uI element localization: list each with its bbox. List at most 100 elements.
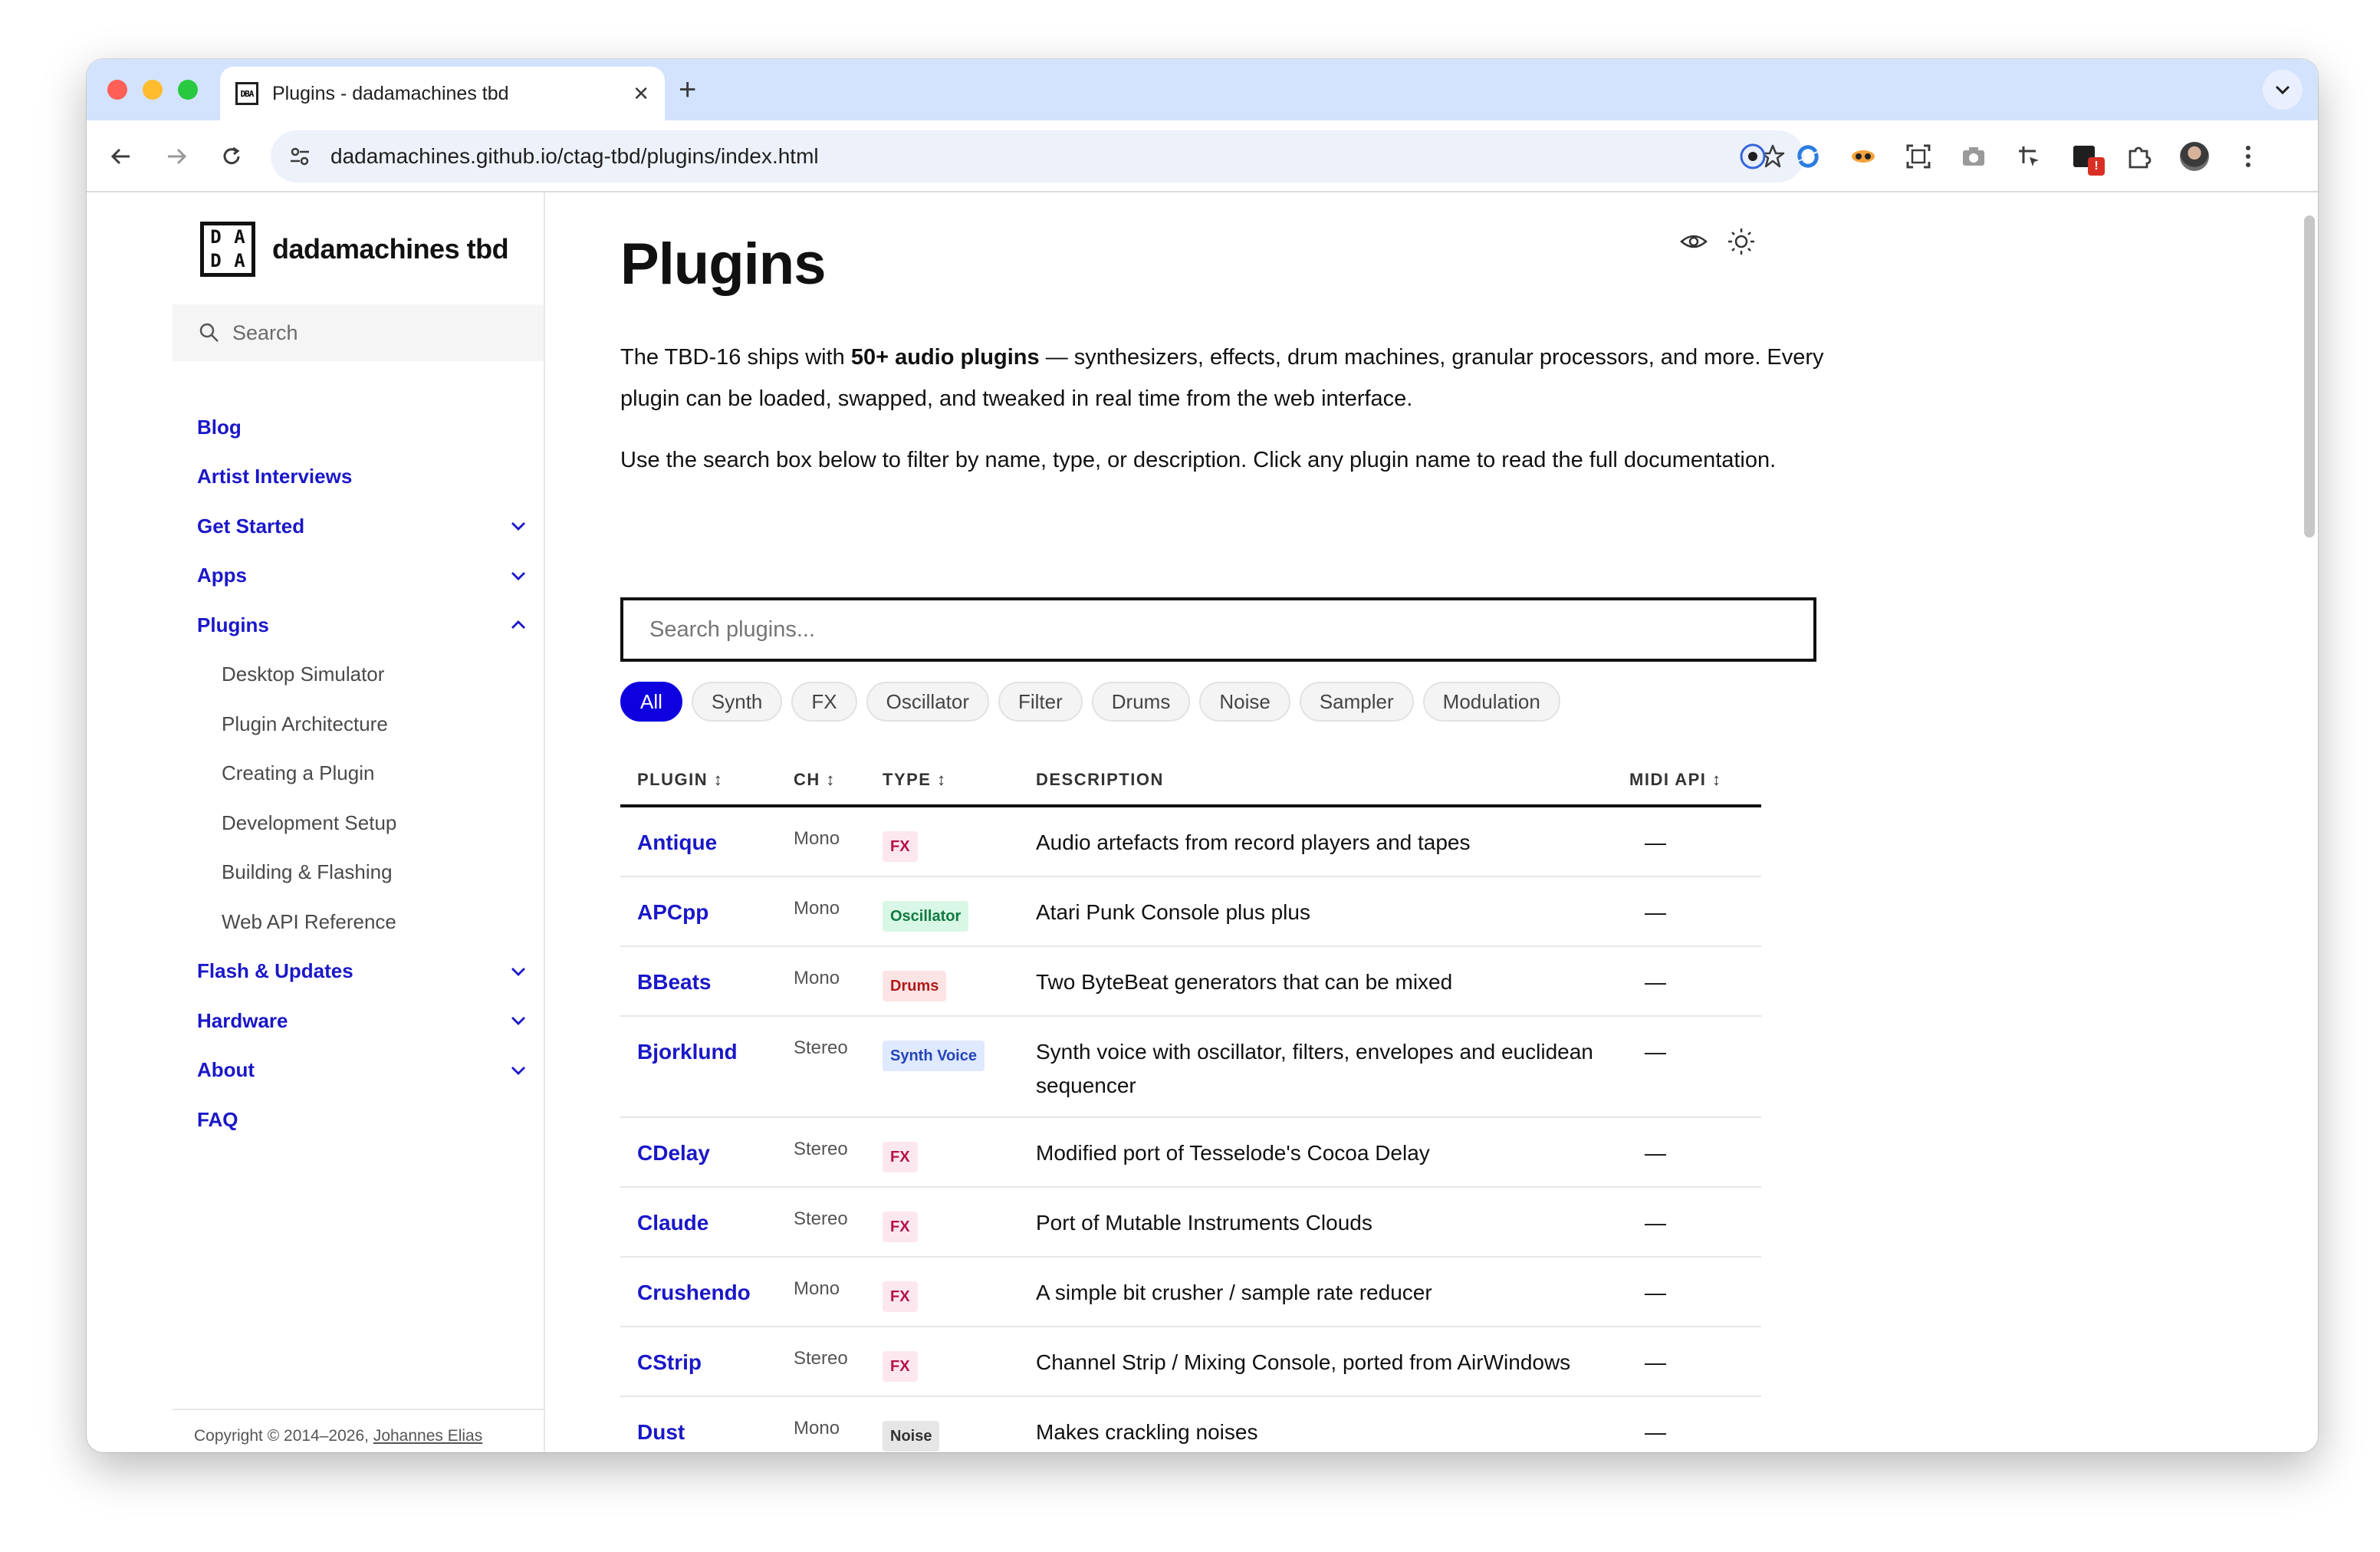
reload-button[interactable] xyxy=(215,140,248,173)
filter-chip-drums[interactable]: Drums xyxy=(1091,682,1191,722)
more-options-icon[interactable] xyxy=(2230,139,2266,174)
reload-icon xyxy=(223,146,240,165)
close-window-button[interactable] xyxy=(107,80,127,100)
eye-settings-icon[interactable] xyxy=(1678,226,1709,257)
sidebar-subitem-label: Plugin Architecture xyxy=(222,712,388,735)
plugin-type-cell: FX xyxy=(883,1257,1031,1327)
sidebar-item-faq[interactable]: FAQ xyxy=(197,1095,527,1145)
table-row: APCpp Mono Oscillator Atari Punk Console pl… xyxy=(620,876,1761,947)
chevron-down-icon[interactable] xyxy=(510,570,527,581)
plugin-type-badge: FX xyxy=(883,1281,918,1312)
password-manager-extension-icon[interactable] xyxy=(1735,139,1770,174)
sidebar-item-apps[interactable]: Apps xyxy=(197,551,527,601)
back-button[interactable] xyxy=(105,140,137,173)
filter-chip-fx[interactable]: FX xyxy=(791,682,857,722)
page-scrollbar[interactable] xyxy=(2304,215,2315,538)
minimize-window-button[interactable] xyxy=(143,80,163,100)
plugin-name-link[interactable]: APCpp xyxy=(620,876,794,947)
page-title: Plugins xyxy=(620,232,826,297)
plugin-midi-api: — xyxy=(1629,1257,1761,1327)
eyes-extension-icon[interactable] xyxy=(1846,139,1881,174)
copyright-text: Copyright © 2014–2026, Johannes Elias Lo… xyxy=(194,1422,531,1452)
selection-tool-icon[interactable] xyxy=(2011,139,2046,174)
plugin-type-cell: Oscillator xyxy=(883,876,1031,947)
brand-link[interactable]: DADA dadamachines tbd xyxy=(200,222,509,277)
plugin-name-link[interactable]: Bjorklund xyxy=(620,1016,794,1118)
plugin-channels: Stereo xyxy=(794,1016,883,1118)
chevron-down-icon[interactable] xyxy=(510,1065,527,1076)
sidebar-item-artist-interviews[interactable]: Artist Interviews xyxy=(197,452,527,502)
sidebar-item-about[interactable]: About xyxy=(197,1046,527,1096)
column-header-midi-api[interactable]: MIDI API ↕ xyxy=(1629,755,1761,807)
chevron-down-icon[interactable] xyxy=(510,966,527,977)
browser-toolbar: dadamachines.github.io/ctag-tbd/plugins/… xyxy=(87,120,2318,192)
sync-extension-icon[interactable] xyxy=(1790,139,1826,174)
plugin-midi-api: — xyxy=(1629,876,1761,947)
browser-tab-active[interactable]: DBA Plugins - dadamachines tbd ✕ xyxy=(220,67,665,120)
plugin-name-link[interactable]: Claude xyxy=(620,1187,794,1258)
plugin-description: Atari Punk Console plus plus xyxy=(1031,876,1629,947)
plugin-name-link[interactable]: BBeats xyxy=(620,946,794,1017)
tab-search-button[interactable] xyxy=(2263,70,2303,110)
sidebar-subitem-plugin-architecture[interactable]: Plugin Architecture xyxy=(197,699,527,749)
filter-chip-synth[interactable]: Synth xyxy=(691,682,783,722)
sidebar-nav: Blog Artist Interviews Get Started Apps … xyxy=(197,403,527,1145)
sidebar-item-hardware[interactable]: Hardware xyxy=(197,996,527,1046)
intro-paragraph-2: Use the search box below to filter by na… xyxy=(620,448,1777,472)
extensions-puzzle-icon[interactable] xyxy=(2122,139,2157,174)
sidebar-item-blog[interactable]: Blog xyxy=(197,403,527,452)
sidebar-item-get-started[interactable]: Get Started xyxy=(197,501,527,551)
site-info-icon[interactable] xyxy=(286,143,314,170)
plugin-description: Two ByteBeat generators that can be mixe… xyxy=(1031,946,1629,1017)
plugin-channels: Mono xyxy=(794,946,883,1017)
intro-text-bold: 50+ audio plugins xyxy=(850,345,1040,370)
chevron-down-icon[interactable] xyxy=(510,521,527,531)
filter-chip-oscillator[interactable]: Oscillator xyxy=(866,682,989,722)
filter-chip-filter[interactable]: Filter xyxy=(998,682,1083,722)
plugin-name-link[interactable]: CStrip xyxy=(620,1327,794,1397)
sidebar-item-label: Get Started xyxy=(197,514,305,538)
plugin-name-link[interactable]: Dust xyxy=(620,1396,794,1452)
screenshot-frame-icon[interactable] xyxy=(1901,139,1936,174)
plugin-name-link[interactable]: CDelay xyxy=(620,1117,794,1188)
sidebar-subitem-desktop-simulator[interactable]: Desktop Simulator xyxy=(197,650,527,700)
filter-chip-noise[interactable]: Noise xyxy=(1199,682,1290,722)
sidebar-subitem-creating-a-plugin[interactable]: Creating a Plugin xyxy=(197,749,527,799)
plugin-name-link[interactable]: Antique xyxy=(620,806,794,877)
plugin-search-input[interactable] xyxy=(620,597,1816,662)
sidebar-item-label: Blog xyxy=(197,415,242,439)
filter-chip-sampler[interactable]: Sampler xyxy=(1299,682,1414,722)
sidebar-subitem-building-flashing[interactable]: Building & Flashing xyxy=(197,848,527,898)
sidebar-search[interactable]: Search xyxy=(173,304,544,361)
plugin-type-badge: FX xyxy=(883,831,918,862)
chevron-down-icon[interactable] xyxy=(510,1015,527,1026)
intro-paragraph: The TBD-16 ships with 50+ audio plugins … xyxy=(620,337,1832,419)
column-header-ch[interactable]: CH ↕ xyxy=(794,755,883,807)
plugin-channels: Stereo xyxy=(794,1187,883,1258)
sidebar-footer-divider xyxy=(173,1409,544,1410)
column-header-plugin[interactable]: PLUGIN ↕ xyxy=(620,755,794,807)
notification-extension-icon[interactable]: ! xyxy=(2066,139,2105,176)
sidebar-subitem-development-setup[interactable]: Development Setup xyxy=(197,798,527,848)
plugin-type-badge: FX xyxy=(883,1142,918,1172)
sidebar-item-plugins[interactable]: Plugins xyxy=(197,600,527,650)
filter-chip-modulation[interactable]: Modulation xyxy=(1422,682,1560,722)
camera-icon[interactable] xyxy=(1956,139,1991,174)
forward-button[interactable] xyxy=(160,140,192,173)
sun-theme-icon[interactable] xyxy=(1726,226,1757,257)
sidebar: DADA dadamachines tbd Search Blog Artist… xyxy=(173,192,545,1452)
new-tab-button[interactable]: + xyxy=(679,73,696,107)
plugin-channels: Mono xyxy=(794,806,883,877)
chevron-up-icon[interactable] xyxy=(510,620,527,630)
maximize-window-button[interactable] xyxy=(178,80,198,100)
sidebar-search-placeholder: Search xyxy=(232,321,298,344)
address-bar[interactable]: dadamachines.github.io/ctag-tbd/plugins/… xyxy=(271,130,1804,182)
filter-chip-all[interactable]: All xyxy=(620,682,682,722)
profile-avatar[interactable] xyxy=(2177,139,2212,174)
sidebar-item-flash-updates[interactable]: Flash & Updates xyxy=(197,947,527,997)
column-header-type[interactable]: TYPE ↕ xyxy=(883,755,1031,807)
web-page: DADA dadamachines tbd Search Blog Artist… xyxy=(87,192,2318,1452)
tab-close-icon[interactable]: ✕ xyxy=(633,82,649,106)
plugin-name-link[interactable]: Crushendo xyxy=(620,1257,794,1327)
sidebar-subitem-web-api-reference[interactable]: Web API Reference xyxy=(197,897,527,947)
